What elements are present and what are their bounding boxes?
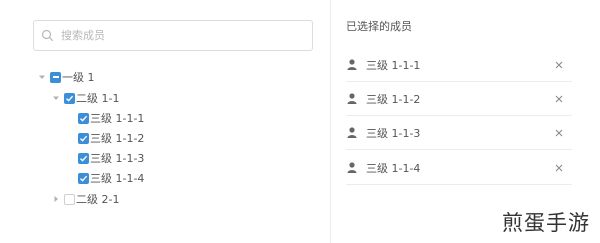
selected-member-row: 三级 1-1-4 (346, 151, 572, 185)
checkbox-indeterminate[interactable] (50, 71, 61, 83)
search-box[interactable] (33, 20, 313, 51)
checkbox-checked[interactable] (64, 92, 75, 104)
caret-down-icon[interactable] (36, 71, 48, 83)
tree-node-label: 三级 1-1-2 (90, 132, 145, 145)
search-icon (41, 29, 55, 43)
checkbox-checked[interactable] (78, 172, 89, 184)
close-icon[interactable] (553, 162, 565, 174)
checkbox-checked[interactable] (78, 152, 89, 164)
tree-node-label: 三级 1-1-1 (90, 112, 145, 125)
tree-node-level1[interactable]: 一级 1 (36, 68, 95, 86)
close-icon[interactable] (553, 93, 565, 105)
tree-node-level3[interactable]: 三级 1-1-1 (78, 109, 144, 127)
tree-node-label: 三级 1-1-3 (90, 152, 145, 165)
member-name: 三级 1-1-1 (366, 58, 421, 72)
member-name: 三级 1-1-2 (366, 92, 421, 106)
tree-node-level2-2-1[interactable]: 二级 2-1 (50, 190, 119, 208)
user-icon (347, 93, 357, 104)
selected-members-title: 已选择的成员 (346, 20, 412, 33)
checkbox-unchecked[interactable] (64, 193, 75, 205)
caret-down-icon[interactable] (50, 92, 62, 104)
selected-member-row: 三级 1-1-2 (346, 82, 572, 116)
user-icon (347, 59, 357, 70)
tree-node-level3[interactable]: 三级 1-1-3 (78, 149, 144, 167)
caret-right-icon[interactable] (50, 193, 62, 205)
user-icon (347, 162, 357, 173)
member-name: 三级 1-1-4 (366, 161, 421, 175)
member-tree-panel: 一级 1 二级 1-1 三级 1-1-1 三级 1-1-2 三级 1-1-3 三 (0, 0, 330, 243)
panel-divider (330, 0, 331, 243)
tree-node-level3[interactable]: 三级 1-1-4 (78, 169, 144, 187)
selected-member-row: 三级 1-1-1 (346, 48, 572, 82)
tree-node-label: 二级 1-1 (76, 92, 120, 105)
close-icon[interactable] (553, 59, 565, 71)
tree-node-label: 二级 2-1 (76, 193, 120, 206)
member-name: 三级 1-1-3 (366, 126, 421, 140)
tree-node-level2-1-1[interactable]: 二级 1-1 (50, 89, 119, 107)
tree-node-label: 一级 1 (62, 71, 95, 84)
checkbox-checked[interactable] (78, 132, 89, 144)
user-icon (347, 127, 357, 138)
tree-node-level3[interactable]: 三级 1-1-2 (78, 129, 144, 147)
checkbox-checked[interactable] (78, 112, 89, 124)
search-input[interactable] (61, 25, 312, 46)
tree-node-label: 三级 1-1-4 (90, 172, 145, 185)
watermark: 煎蛋手游 (500, 207, 592, 237)
close-icon[interactable] (553, 127, 565, 139)
selected-member-row: 三级 1-1-3 (346, 116, 572, 150)
